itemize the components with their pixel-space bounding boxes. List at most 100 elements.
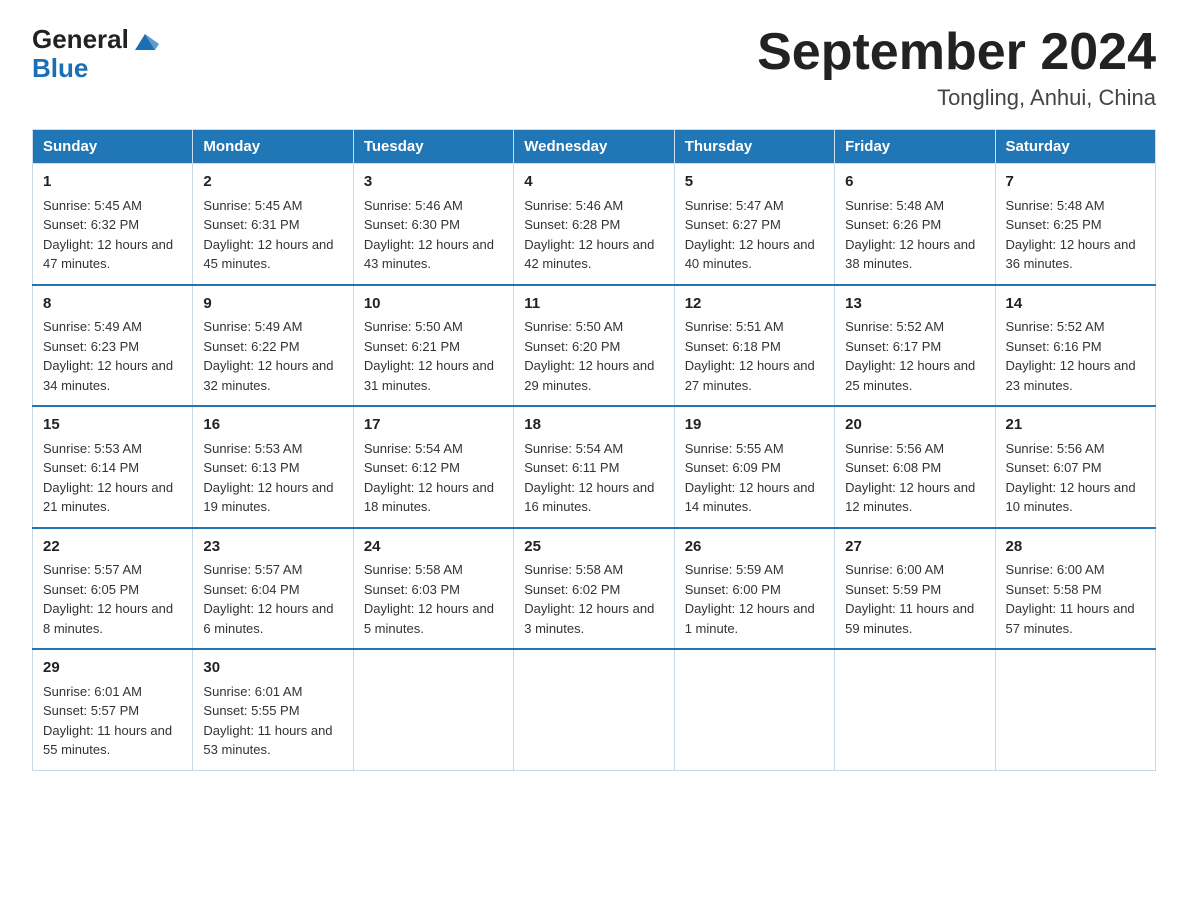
calendar-table: Sunday Monday Tuesday Wednesday Thursday…: [32, 129, 1156, 771]
table-row: 24 Sunrise: 5:58 AMSunset: 6:03 PMDaylig…: [353, 528, 513, 650]
table-row: 9 Sunrise: 5:49 AMSunset: 6:22 PMDayligh…: [193, 285, 353, 407]
day-number: 23: [203, 536, 342, 559]
calendar-week-row: 29 Sunrise: 6:01 AMSunset: 5:57 PMDaylig…: [33, 649, 1156, 770]
day-info: Sunrise: 5:54 AMSunset: 6:11 PMDaylight:…: [524, 441, 654, 515]
day-number: 25: [524, 536, 663, 559]
table-row: [835, 649, 995, 770]
day-number: 3: [364, 171, 503, 194]
day-info: Sunrise: 5:49 AMSunset: 6:23 PMDaylight:…: [43, 319, 173, 393]
col-monday: Monday: [193, 130, 353, 164]
day-number: 5: [685, 171, 824, 194]
day-number: 9: [203, 293, 342, 316]
table-row: [995, 649, 1155, 770]
day-info: Sunrise: 5:56 AMSunset: 6:08 PMDaylight:…: [845, 441, 975, 515]
day-number: 11: [524, 293, 663, 316]
day-info: Sunrise: 6:01 AMSunset: 5:57 PMDaylight:…: [43, 684, 172, 758]
table-row: 18 Sunrise: 5:54 AMSunset: 6:11 PMDaylig…: [514, 406, 674, 528]
table-row: 16 Sunrise: 5:53 AMSunset: 6:13 PMDaylig…: [193, 406, 353, 528]
day-number: 27: [845, 536, 984, 559]
day-number: 20: [845, 414, 984, 437]
title-block: September 2024 Tongling, Anhui, China: [757, 24, 1156, 111]
table-row: 13 Sunrise: 5:52 AMSunset: 6:17 PMDaylig…: [835, 285, 995, 407]
day-number: 13: [845, 293, 984, 316]
table-row: [353, 649, 513, 770]
day-number: 19: [685, 414, 824, 437]
day-info: Sunrise: 5:49 AMSunset: 6:22 PMDaylight:…: [203, 319, 333, 393]
col-saturday: Saturday: [995, 130, 1155, 164]
table-row: 30 Sunrise: 6:01 AMSunset: 5:55 PMDaylig…: [193, 649, 353, 770]
table-row: 8 Sunrise: 5:49 AMSunset: 6:23 PMDayligh…: [33, 285, 193, 407]
calendar-week-row: 15 Sunrise: 5:53 AMSunset: 6:14 PMDaylig…: [33, 406, 1156, 528]
day-number: 24: [364, 536, 503, 559]
col-friday: Friday: [835, 130, 995, 164]
table-row: [514, 649, 674, 770]
page: General Blue September 2024 Tongling, An…: [0, 0, 1188, 803]
day-number: 14: [1006, 293, 1145, 316]
logo: General Blue: [32, 24, 159, 83]
table-row: 12 Sunrise: 5:51 AMSunset: 6:18 PMDaylig…: [674, 285, 834, 407]
table-row: 26 Sunrise: 5:59 AMSunset: 6:00 PMDaylig…: [674, 528, 834, 650]
day-number: 6: [845, 171, 984, 194]
day-number: 4: [524, 171, 663, 194]
day-info: Sunrise: 5:54 AMSunset: 6:12 PMDaylight:…: [364, 441, 494, 515]
day-number: 26: [685, 536, 824, 559]
day-info: Sunrise: 5:56 AMSunset: 6:07 PMDaylight:…: [1006, 441, 1136, 515]
col-thursday: Thursday: [674, 130, 834, 164]
calendar-week-row: 8 Sunrise: 5:49 AMSunset: 6:23 PMDayligh…: [33, 285, 1156, 407]
day-info: Sunrise: 5:46 AMSunset: 6:28 PMDaylight:…: [524, 198, 654, 272]
day-info: Sunrise: 5:50 AMSunset: 6:21 PMDaylight:…: [364, 319, 494, 393]
day-info: Sunrise: 5:46 AMSunset: 6:30 PMDaylight:…: [364, 198, 494, 272]
calendar-header-row: Sunday Monday Tuesday Wednesday Thursday…: [33, 130, 1156, 164]
col-tuesday: Tuesday: [353, 130, 513, 164]
logo-icon: [131, 26, 159, 54]
day-number: 17: [364, 414, 503, 437]
day-number: 22: [43, 536, 182, 559]
day-number: 30: [203, 657, 342, 680]
table-row: 17 Sunrise: 5:54 AMSunset: 6:12 PMDaylig…: [353, 406, 513, 528]
table-row: 27 Sunrise: 6:00 AMSunset: 5:59 PMDaylig…: [835, 528, 995, 650]
table-row: 5 Sunrise: 5:47 AMSunset: 6:27 PMDayligh…: [674, 164, 834, 285]
calendar-week-row: 22 Sunrise: 5:57 AMSunset: 6:05 PMDaylig…: [33, 528, 1156, 650]
day-info: Sunrise: 5:55 AMSunset: 6:09 PMDaylight:…: [685, 441, 815, 515]
logo-blue: Blue: [32, 54, 88, 83]
day-info: Sunrise: 5:53 AMSunset: 6:14 PMDaylight:…: [43, 441, 173, 515]
col-sunday: Sunday: [33, 130, 193, 164]
day-number: 18: [524, 414, 663, 437]
page-title: September 2024: [757, 24, 1156, 81]
day-info: Sunrise: 5:58 AMSunset: 6:03 PMDaylight:…: [364, 562, 494, 636]
day-number: 15: [43, 414, 182, 437]
day-number: 21: [1006, 414, 1145, 437]
day-number: 7: [1006, 171, 1145, 194]
table-row: 20 Sunrise: 5:56 AMSunset: 6:08 PMDaylig…: [835, 406, 995, 528]
table-row: 14 Sunrise: 5:52 AMSunset: 6:16 PMDaylig…: [995, 285, 1155, 407]
table-row: 21 Sunrise: 5:56 AMSunset: 6:07 PMDaylig…: [995, 406, 1155, 528]
day-info: Sunrise: 6:00 AMSunset: 5:59 PMDaylight:…: [845, 562, 974, 636]
day-info: Sunrise: 5:53 AMSunset: 6:13 PMDaylight:…: [203, 441, 333, 515]
day-info: Sunrise: 6:00 AMSunset: 5:58 PMDaylight:…: [1006, 562, 1135, 636]
table-row: 25 Sunrise: 5:58 AMSunset: 6:02 PMDaylig…: [514, 528, 674, 650]
table-row: 1 Sunrise: 5:45 AMSunset: 6:32 PMDayligh…: [33, 164, 193, 285]
table-row: 19 Sunrise: 5:55 AMSunset: 6:09 PMDaylig…: [674, 406, 834, 528]
table-row: 7 Sunrise: 5:48 AMSunset: 6:25 PMDayligh…: [995, 164, 1155, 285]
day-info: Sunrise: 5:58 AMSunset: 6:02 PMDaylight:…: [524, 562, 654, 636]
day-number: 28: [1006, 536, 1145, 559]
day-info: Sunrise: 5:51 AMSunset: 6:18 PMDaylight:…: [685, 319, 815, 393]
table-row: [674, 649, 834, 770]
table-row: 28 Sunrise: 6:00 AMSunset: 5:58 PMDaylig…: [995, 528, 1155, 650]
calendar-week-row: 1 Sunrise: 5:45 AMSunset: 6:32 PMDayligh…: [33, 164, 1156, 285]
table-row: 6 Sunrise: 5:48 AMSunset: 6:26 PMDayligh…: [835, 164, 995, 285]
day-info: Sunrise: 6:01 AMSunset: 5:55 PMDaylight:…: [203, 684, 332, 758]
day-info: Sunrise: 5:48 AMSunset: 6:26 PMDaylight:…: [845, 198, 975, 272]
header: General Blue September 2024 Tongling, An…: [32, 24, 1156, 111]
day-number: 29: [43, 657, 182, 680]
day-info: Sunrise: 5:48 AMSunset: 6:25 PMDaylight:…: [1006, 198, 1136, 272]
day-info: Sunrise: 5:59 AMSunset: 6:00 PMDaylight:…: [685, 562, 815, 636]
table-row: 2 Sunrise: 5:45 AMSunset: 6:31 PMDayligh…: [193, 164, 353, 285]
day-info: Sunrise: 5:57 AMSunset: 6:04 PMDaylight:…: [203, 562, 333, 636]
table-row: 23 Sunrise: 5:57 AMSunset: 6:04 PMDaylig…: [193, 528, 353, 650]
table-row: 15 Sunrise: 5:53 AMSunset: 6:14 PMDaylig…: [33, 406, 193, 528]
page-subtitle: Tongling, Anhui, China: [757, 85, 1156, 111]
table-row: 4 Sunrise: 5:46 AMSunset: 6:28 PMDayligh…: [514, 164, 674, 285]
day-info: Sunrise: 5:50 AMSunset: 6:20 PMDaylight:…: [524, 319, 654, 393]
day-number: 16: [203, 414, 342, 437]
